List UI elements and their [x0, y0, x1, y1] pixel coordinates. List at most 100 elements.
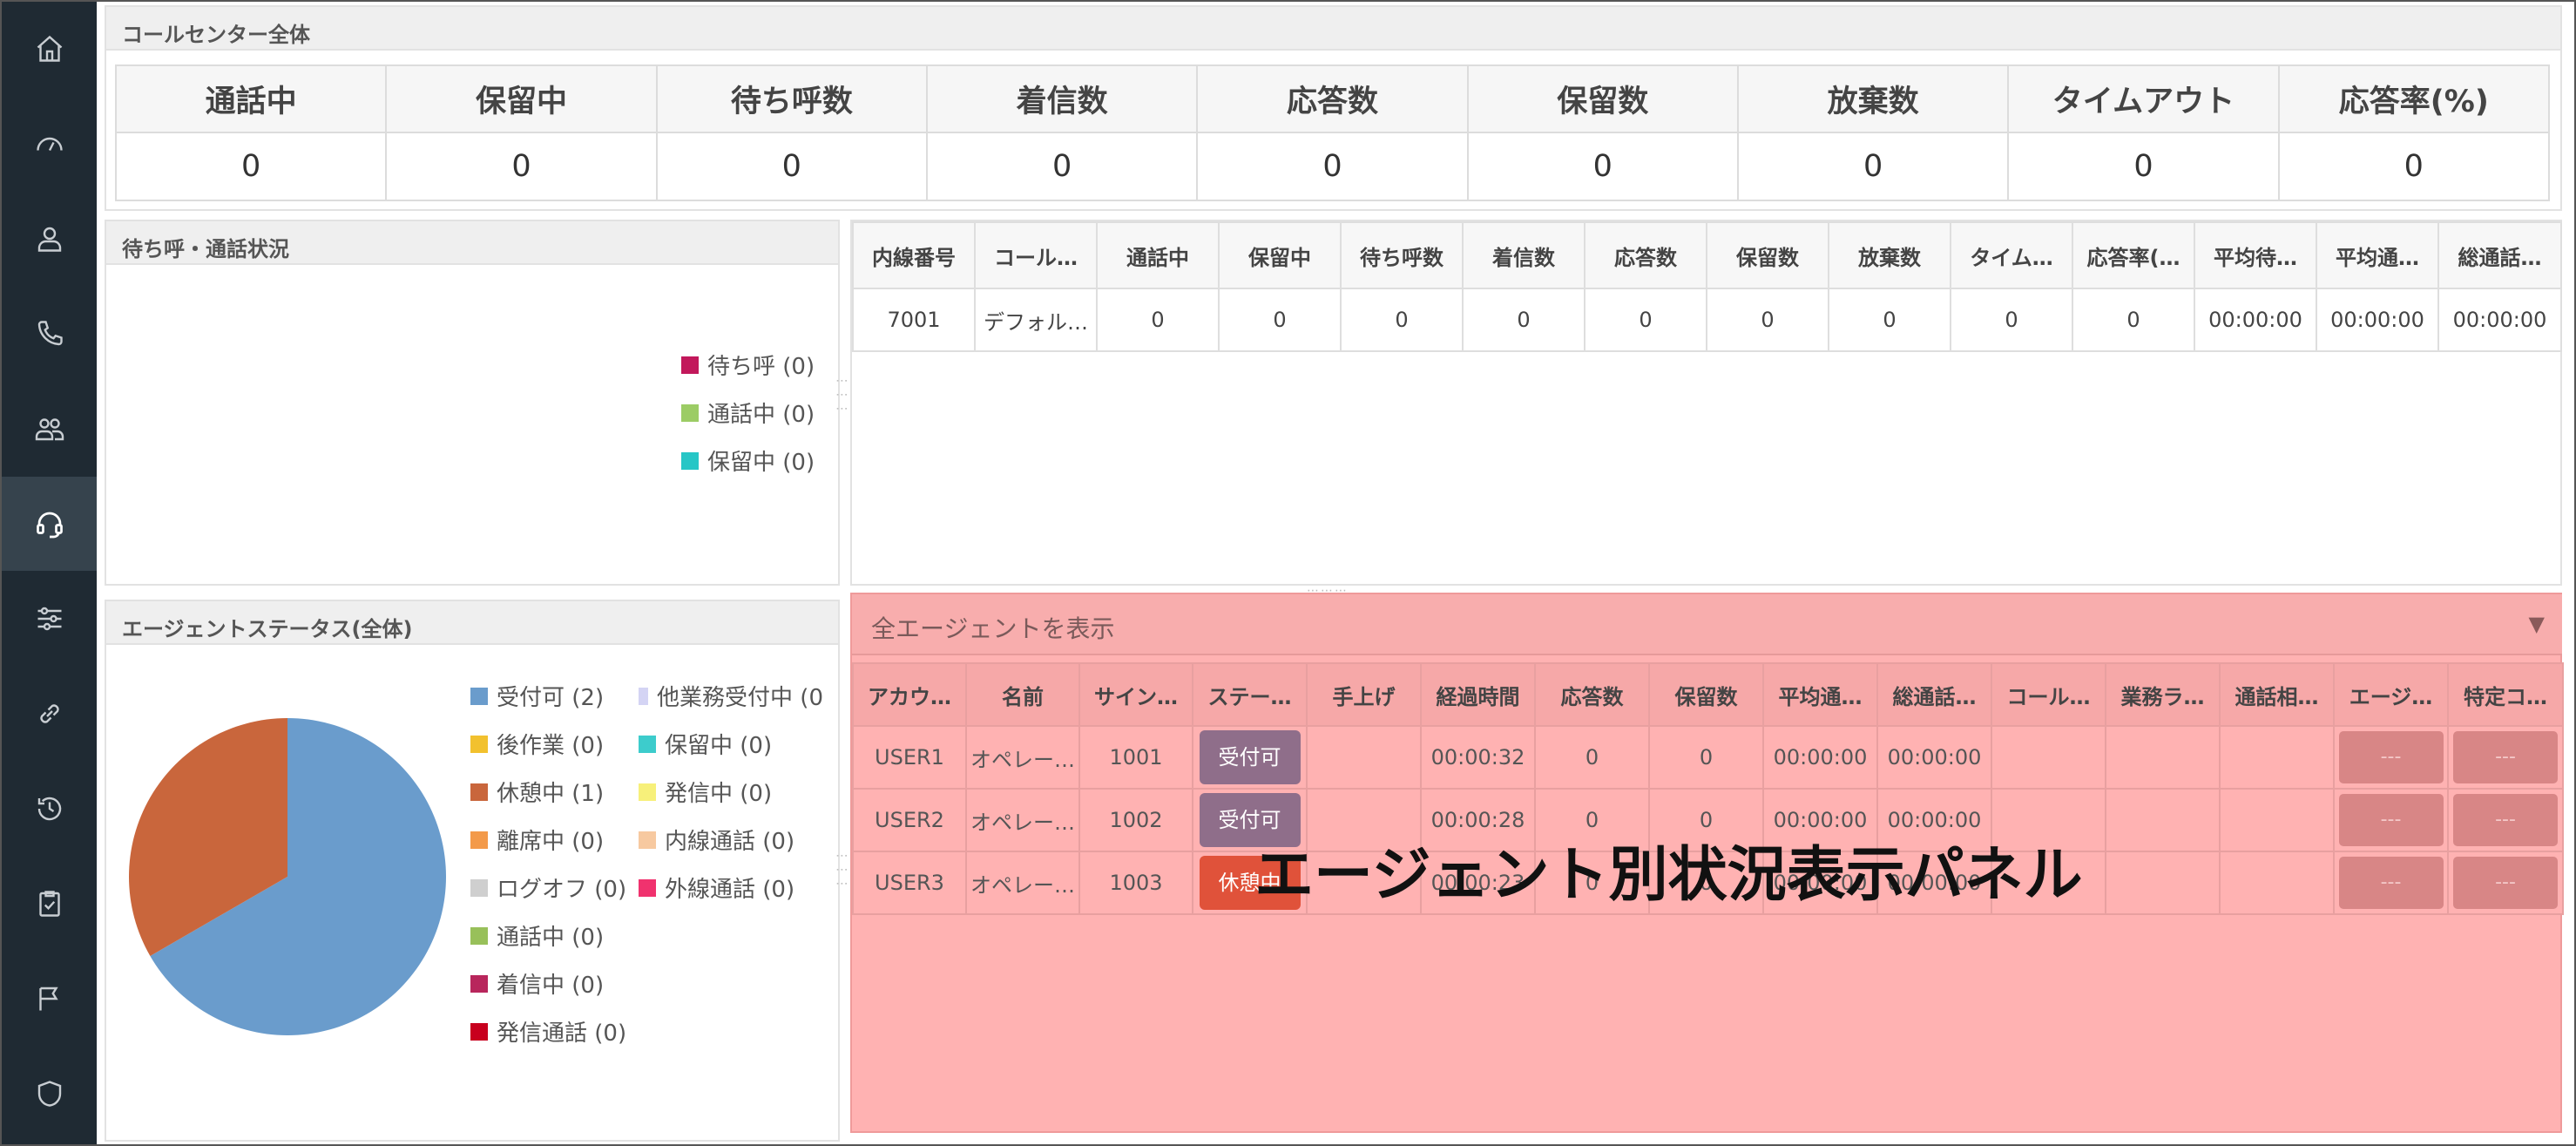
column-header[interactable]: 業務ラ…: [2105, 662, 2221, 727]
column-header[interactable]: 通話中: [1096, 221, 1220, 289]
average-talk: 00:00:00: [1762, 725, 1878, 790]
specific-action-cell: ---: [2447, 788, 2564, 852]
shield-icon: [37, 1081, 61, 1107]
table-cell: デフォル…: [974, 288, 1098, 352]
extension-header-row: 内線番号 コール… 通話中 保留中 待ち呼数 着信数 応答数 保留数 放棄数 タ…: [852, 221, 2562, 289]
legend-swatch: [681, 356, 699, 374]
legend-swatch: [470, 687, 488, 705]
column-header[interactable]: 平均通…: [2316, 221, 2439, 289]
table-row[interactable]: 7001 デフォル… 0 0 0 0 0 0 0 0 0 00:00:00 00…: [852, 288, 2562, 352]
column-header[interactable]: 経過時間: [1420, 662, 1536, 727]
nav-flag[interactable]: [2, 952, 97, 1046]
agent-action-cell: ---: [2333, 788, 2449, 852]
column-header[interactable]: コール…: [1991, 662, 2106, 727]
specific-action-button[interactable]: ---: [2453, 857, 2558, 909]
legend-item: 発信通話 (0): [470, 1015, 626, 1048]
column-header[interactable]: 保留数: [1706, 221, 1829, 289]
column-header[interactable]: ステー…: [1192, 662, 1308, 727]
nav-user[interactable]: [2, 192, 97, 286]
nav-phone[interactable]: [2, 287, 97, 381]
users-icon: [35, 418, 64, 441]
summary-value: 0: [2277, 132, 2551, 201]
legend-swatch: [470, 878, 488, 897]
column-header[interactable]: 手上げ: [1306, 662, 1422, 727]
status-badge[interactable]: 受付可: [1199, 730, 1301, 784]
table-cell: 0: [1340, 288, 1464, 352]
column-header[interactable]: 特定コ…: [2447, 662, 2564, 727]
legend-item-hold: 保留中 (0): [681, 444, 815, 477]
column-header[interactable]: 平均待…: [2194, 221, 2317, 289]
table-cell: 0: [1828, 288, 1951, 352]
nav-home[interactable]: [2, 2, 97, 96]
nav-tasks[interactable]: [2, 857, 97, 951]
nav-link[interactable]: [2, 667, 97, 761]
specific-action-button[interactable]: ---: [2453, 794, 2558, 846]
column-header[interactable]: 総通話…: [2437, 221, 2562, 289]
business-label-cell: [2105, 725, 2221, 790]
agent-filter-value: 全エージェントを表示: [871, 614, 1115, 643]
column-header[interactable]: 応答数: [1534, 662, 1650, 727]
column-header[interactable]: タイム…: [1950, 221, 2073, 289]
agent-filter-select[interactable]: 全エージェントを表示 ▼: [852, 594, 2562, 655]
legend-label: 他業務受付中 (0: [657, 685, 823, 711]
legend-swatch: [470, 974, 488, 993]
summary-header: 保留中: [385, 64, 658, 133]
panel-header: エージェントステータス(全体): [106, 601, 838, 645]
nav-settings[interactable]: [2, 572, 97, 666]
summary-header: 着信数: [925, 64, 1199, 133]
panel-header: 待ち呼・通話状況: [106, 221, 838, 265]
panel-annotation-label: エージェント別状況表示パネル: [1254, 841, 2083, 910]
summary-value: 0: [114, 132, 388, 201]
column-header[interactable]: 内線番号: [852, 221, 976, 289]
nav-headset[interactable]: [2, 477, 97, 571]
nav-dashboard[interactable]: [2, 97, 97, 191]
agent-action-button[interactable]: ---: [2338, 794, 2444, 846]
legend-swatch: [639, 831, 656, 849]
legend-label: 内線通話 (0): [665, 829, 795, 855]
column-header[interactable]: 平均通…: [1762, 662, 1878, 727]
nav-users[interactable]: [2, 382, 97, 476]
legend-item: 他業務受付中 (0: [639, 680, 823, 712]
column-header[interactable]: 放棄数: [1828, 221, 1951, 289]
column-header[interactable]: サイン…: [1078, 662, 1193, 727]
agent-action-button[interactable]: ---: [2338, 857, 2444, 909]
summary-value: 0: [655, 132, 928, 201]
agent-status-pie-chart: [129, 718, 447, 1035]
business-label-cell: [2105, 788, 2221, 852]
agent-header-row: アカウ… 名前 サイン… ステー… 手上げ 経過時間 応答数 保留数 平均通… …: [852, 662, 2564, 727]
business-label-cell: [2105, 851, 2221, 915]
legend-label: 後作業 (0): [497, 733, 605, 759]
agent-action-button[interactable]: ---: [2338, 731, 2444, 783]
chevron-down-icon[interactable]: ▼: [2529, 612, 2545, 636]
column-header[interactable]: 通話相…: [2219, 662, 2335, 727]
agent-status-cell: 受付可: [1192, 725, 1308, 790]
table-cell: 0: [1706, 288, 1829, 352]
table-row[interactable]: USER1 オペレー… 1001 受付可 00:00:32 0 0 00:00:…: [852, 725, 2564, 790]
legend-swatch: [639, 878, 656, 897]
column-header[interactable]: 保留中: [1218, 221, 1342, 289]
summary-value: 0: [1196, 132, 1469, 201]
column-header[interactable]: 保留数: [1648, 662, 1764, 727]
extension-table: 内線番号 コール… 通話中 保留中 待ち呼数 着信数 応答数 保留数 放棄数 タ…: [852, 221, 2562, 352]
panel-header: コールセンター全体: [106, 7, 2560, 51]
column-header[interactable]: 着信数: [1462, 221, 1585, 289]
nav-security[interactable]: [2, 1047, 97, 1141]
column-header[interactable]: 総通話…: [1876, 662, 1992, 727]
column-header[interactable]: 応答率(…: [2072, 221, 2195, 289]
total-talk: 00:00:00: [1876, 725, 1992, 790]
legend-item: 発信中 (0): [639, 776, 772, 808]
call-partner-cell: [2219, 788, 2335, 852]
column-header[interactable]: エージ…: [2333, 662, 2449, 727]
resize-handle[interactable]: ⋮⋮⋮: [835, 375, 849, 417]
legend-item: 受付可 (2): [470, 680, 604, 712]
agent-name: オペレー…: [965, 851, 1080, 915]
column-header[interactable]: 応答数: [1584, 221, 1707, 289]
column-header[interactable]: 名前: [965, 662, 1080, 727]
resize-handle[interactable]: ⋮⋮⋮: [835, 850, 849, 892]
column-header[interactable]: 待ち呼数: [1340, 221, 1464, 289]
legend-label: 発信中 (0): [665, 781, 773, 807]
column-header[interactable]: コール…: [974, 221, 1098, 289]
specific-action-button[interactable]: ---: [2453, 731, 2558, 783]
column-header[interactable]: アカウ…: [852, 662, 967, 727]
nav-history[interactable]: [2, 762, 97, 856]
